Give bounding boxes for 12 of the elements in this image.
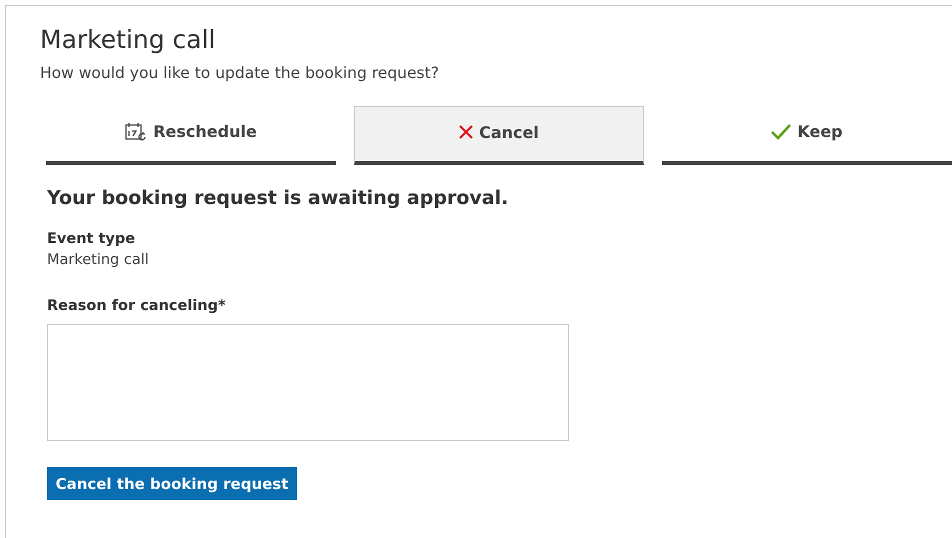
field-label: Event type — [47, 231, 136, 247]
field-value: Marketing call — [47, 252, 150, 268]
check-icon — [771, 124, 792, 140]
reason-input-field[interactable] — [47, 324, 569, 441]
field-label: Reason for canceling* — [47, 298, 227, 314]
status-message: Your booking request is awaiting approval. — [47, 187, 510, 209]
dialog-title: Marketing call — [40, 24, 217, 56]
cancel-booking-button[interactable]: Cancel the booking request — [47, 467, 297, 500]
calendar-icon — [125, 122, 148, 142]
close-icon — [459, 125, 474, 139]
subtitle: How would you like to update the booking request? — [40, 64, 440, 82]
option-tab[interactable]: Cancel — [354, 106, 644, 165]
